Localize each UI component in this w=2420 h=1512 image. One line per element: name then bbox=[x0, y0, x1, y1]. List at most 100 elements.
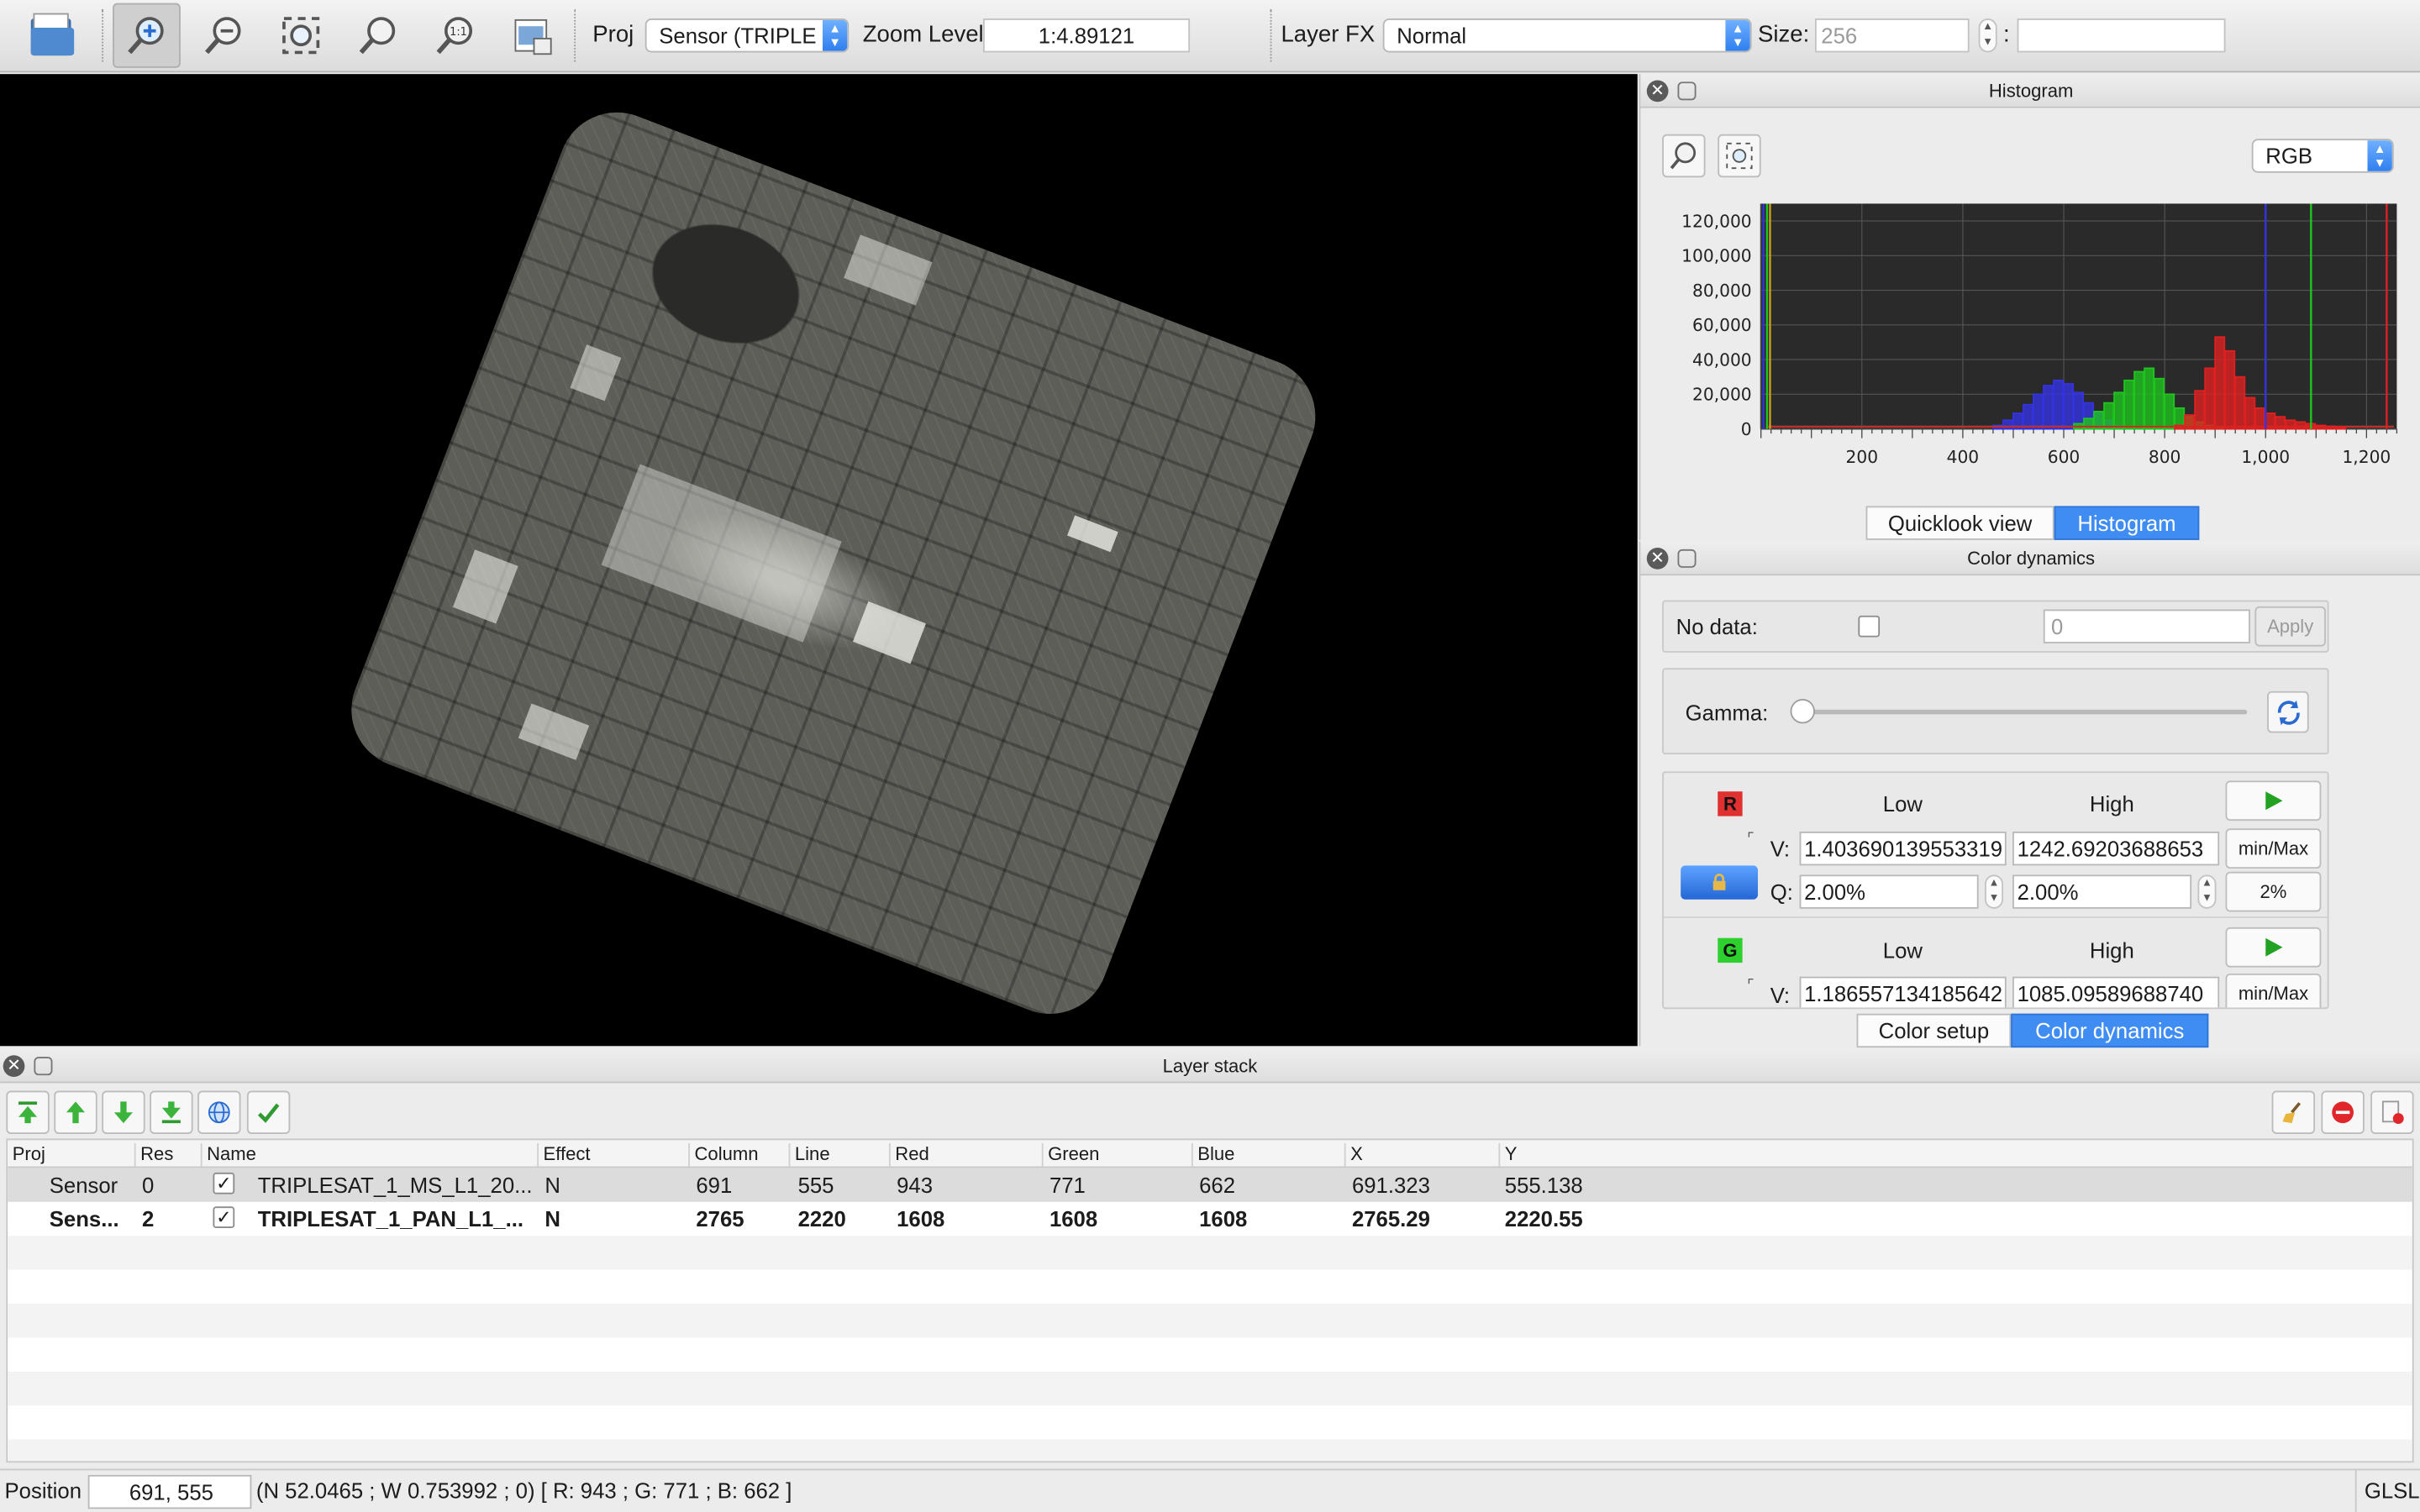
move-bottom-button[interactable] bbox=[150, 1090, 193, 1134]
document-remove-icon bbox=[2381, 1100, 2404, 1125]
no-data-label: No data: bbox=[1676, 614, 1758, 639]
svg-text:1:1: 1:1 bbox=[450, 26, 467, 39]
x-tick-label: 1,200 bbox=[2342, 447, 2391, 467]
close-icon[interactable]: ✕ bbox=[1646, 80, 1669, 102]
green-minmax-button[interactable]: min/Max bbox=[2225, 973, 2322, 1008]
green-apply-button[interactable] bbox=[2225, 927, 2322, 968]
move-down-button[interactable] bbox=[102, 1090, 145, 1134]
move-top-button[interactable] bbox=[6, 1090, 50, 1134]
apply-layer-button[interactable] bbox=[246, 1090, 291, 1134]
proj-label: Proj bbox=[592, 21, 634, 48]
no-data-value-field[interactable]: 0 bbox=[2043, 609, 2250, 643]
float-icon[interactable] bbox=[34, 1057, 53, 1076]
empty-row bbox=[8, 1405, 2412, 1439]
zoom-in-icon bbox=[128, 17, 164, 55]
play-icon bbox=[2265, 791, 2283, 811]
tab-color-dynamics[interactable]: Color dynamics bbox=[2011, 1013, 2209, 1048]
red-apply-button[interactable] bbox=[2225, 780, 2322, 822]
zoom-selection-icon bbox=[359, 17, 396, 55]
size-spinner[interactable]: ▲ ▼ bbox=[1978, 18, 1997, 53]
col-x[interactable]: X bbox=[1344, 1142, 1363, 1167]
col-line[interactable]: Line bbox=[788, 1142, 830, 1167]
layer-fx-value: Normal bbox=[1397, 23, 1467, 48]
delete-icon bbox=[2332, 1101, 2354, 1124]
col-name[interactable]: Name bbox=[200, 1142, 256, 1167]
red-link-toggle[interactable] bbox=[1681, 865, 1759, 900]
color-tabbar: Color setup Color dynamics bbox=[1856, 1013, 2209, 1048]
arrow-top-icon bbox=[18, 1101, 38, 1124]
checkmark-icon bbox=[257, 1103, 280, 1123]
col-green[interactable]: Green bbox=[1041, 1142, 1099, 1167]
red-low-quantile-spinner[interactable]: ▲ ▼ bbox=[1984, 874, 2004, 909]
float-icon[interactable] bbox=[1677, 549, 1697, 568]
position-field[interactable]: 691, 555 bbox=[87, 1474, 252, 1509]
histogram-zoom-button[interactable] bbox=[1662, 134, 1706, 178]
gamma-slider-handle[interactable] bbox=[1790, 699, 1815, 724]
size-field[interactable]: 256 bbox=[1814, 18, 1970, 53]
histogram-fit-button[interactable] bbox=[1718, 134, 1761, 178]
col-res[interactable]: Res bbox=[134, 1142, 173, 1167]
tab-color-setup[interactable]: Color setup bbox=[1856, 1013, 2012, 1048]
clear-button[interactable] bbox=[2271, 1090, 2316, 1134]
histogram-bar bbox=[2244, 396, 2256, 430]
col-proj[interactable]: Proj bbox=[8, 1143, 45, 1167]
green-low-value-field[interactable]: 1.186557134185642 bbox=[1799, 976, 2007, 1008]
zoom-in-button[interactable] bbox=[113, 3, 181, 68]
layer-visible-checkbox[interactable]: ✓ bbox=[213, 1206, 235, 1229]
red-low-value-field[interactable]: 1.403690139553319 bbox=[1799, 831, 2007, 866]
close-icon[interactable]: ✕ bbox=[3, 1055, 25, 1078]
red-minmax-button[interactable]: min/Max bbox=[2225, 828, 2322, 869]
gamma-reset-button[interactable] bbox=[2267, 690, 2309, 733]
red-high-quantile-spinner[interactable]: ▲ ▼ bbox=[2197, 874, 2217, 909]
cell-green: 1608 bbox=[1049, 1206, 1098, 1231]
layer-stack-title: Layer stack bbox=[1162, 1055, 1258, 1078]
histogram-bar bbox=[2164, 393, 2175, 430]
table-row[interactable]: Sensor 0 ✓ TRIPLESAT_1_MS_L1_20... N 691… bbox=[8, 1168, 2412, 1202]
green-high-value-field[interactable]: 1085.09589688740 bbox=[2012, 976, 2220, 1008]
low-label: Low bbox=[1882, 791, 1923, 816]
empty-row bbox=[8, 1270, 2412, 1304]
tab-quicklook-view[interactable]: Quicklook view bbox=[1865, 506, 2054, 540]
histogram-mode-select[interactable]: RGB ▲ ▼ bbox=[2251, 139, 2394, 173]
layer-visible-checkbox[interactable]: ✓ bbox=[213, 1172, 235, 1194]
red-quantile-button[interactable]: 2% bbox=[2225, 871, 2322, 912]
zoom-full-res-button[interactable]: 1:1 bbox=[421, 3, 489, 68]
open-file-button[interactable] bbox=[18, 3, 87, 68]
col-effect[interactable]: Effect bbox=[537, 1142, 590, 1167]
move-up-button[interactable] bbox=[54, 1090, 97, 1134]
col-column[interactable]: Column bbox=[688, 1142, 758, 1167]
col-blue[interactable]: Blue bbox=[1191, 1142, 1234, 1167]
projection-button[interactable] bbox=[197, 1090, 241, 1134]
cell-column: 691 bbox=[696, 1172, 733, 1198]
y-tick-label: 100,000 bbox=[1681, 246, 1751, 266]
renderer-label: GLSL bbox=[2364, 1478, 2420, 1503]
size-field-2[interactable] bbox=[2017, 18, 2226, 53]
layer-fx-select[interactable]: Normal ▲ ▼ bbox=[1382, 18, 1752, 53]
bracket-mark: ⌜ bbox=[1747, 831, 1754, 849]
red-low-quantile-field[interactable]: 2.00% bbox=[1799, 874, 1979, 909]
divider bbox=[2354, 1470, 2357, 1512]
zoom-out-button[interactable] bbox=[190, 3, 258, 68]
float-icon[interactable] bbox=[1677, 81, 1697, 101]
close-icon[interactable]: ✕ bbox=[1646, 548, 1669, 570]
zoom-level-field[interactable]: 1:4.89121 bbox=[982, 18, 1191, 53]
image-view[interactable] bbox=[0, 74, 1638, 1047]
delete-layer-button[interactable] bbox=[2321, 1090, 2365, 1134]
gamma-slider-track[interactable] bbox=[1802, 709, 2248, 715]
export-image-button[interactable] bbox=[498, 3, 566, 68]
size-label: Size: bbox=[1758, 21, 1810, 48]
col-y[interactable]: Y bbox=[1498, 1142, 1518, 1167]
tab-histogram[interactable]: Histogram bbox=[2054, 506, 2200, 540]
zoom-selection-button[interactable] bbox=[345, 3, 413, 68]
red-high-value-field[interactable]: 1242.69203688653 bbox=[2012, 831, 2220, 866]
red-high-quantile-field[interactable]: 2.00% bbox=[2012, 874, 2192, 909]
no-data-checkbox[interactable] bbox=[1858, 615, 1881, 638]
close-layer-button[interactable] bbox=[2370, 1090, 2414, 1134]
apply-button[interactable]: Apply bbox=[2254, 606, 2326, 647]
histogram-chart[interactable]: 120,000 100,000 80,000 60,000 40,000 20,000 0 2… bbox=[1640, 194, 2420, 502]
proj-select[interactable]: Sensor (TRIPLE ▲ ▼ bbox=[644, 18, 850, 53]
table-row[interactable]: Sens... 2 ✓ TRIPLESAT_1_PAN_L1_... N 276… bbox=[8, 1202, 2412, 1236]
col-red[interactable]: Red bbox=[888, 1142, 929, 1167]
divider bbox=[1663, 916, 2328, 918]
zoom-extent-button[interactable] bbox=[267, 3, 335, 68]
